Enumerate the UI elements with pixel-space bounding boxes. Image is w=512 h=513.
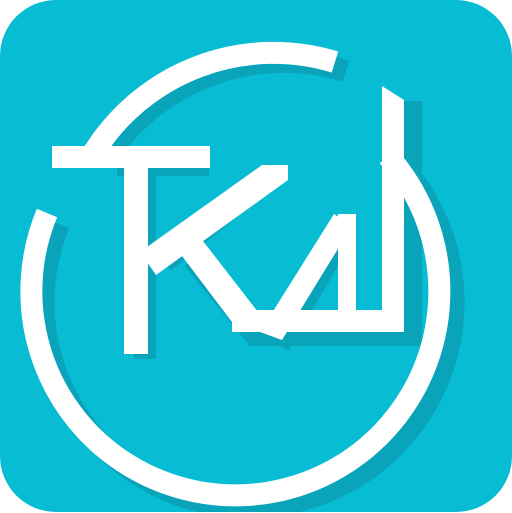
letter-n-right-stem xyxy=(382,100,404,332)
tkn-logo-icon xyxy=(0,0,512,512)
app-icon: TKN xyxy=(0,0,512,512)
letter-n-bottom xyxy=(232,310,404,332)
letter-n-inner-stem xyxy=(338,214,356,332)
